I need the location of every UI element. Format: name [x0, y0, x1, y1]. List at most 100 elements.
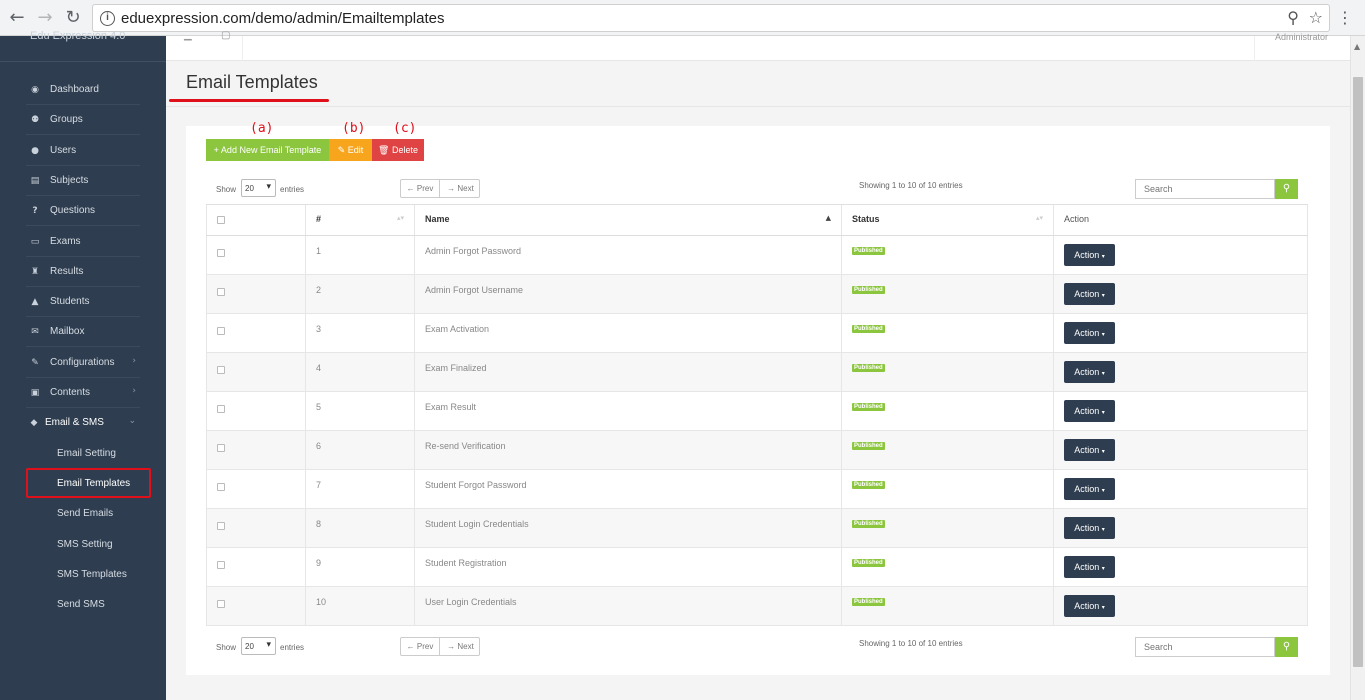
sidebar-subitem-sms-templates[interactable]: SMS Templates	[57, 569, 127, 580]
prev-button[interactable]: ← Prev	[401, 638, 440, 655]
header-num[interactable]: # ▴▾	[306, 205, 415, 235]
sidebar-item-contents[interactable]: ▣ Contents ›	[26, 378, 140, 408]
num-cell: 2	[306, 275, 415, 313]
page-size-select[interactable]: 20 ▾	[241, 179, 276, 197]
row-checkbox[interactable]	[217, 288, 225, 296]
edit-button[interactable]: ✎ Edit	[329, 139, 372, 161]
sort-asc-icon: ▲	[825, 214, 831, 222]
user-menu[interactable]: Administrator	[1275, 32, 1328, 42]
scroll-thumb[interactable]	[1353, 77, 1363, 667]
search-icon[interactable]: ⚲	[1275, 179, 1298, 199]
row-checkbox[interactable]	[217, 522, 225, 530]
name-cell: Admin Forgot Username	[415, 275, 842, 313]
zoom-icon[interactable]: ⚲	[1287, 8, 1299, 27]
address-bar[interactable]: i eduexpression.com/demo/admin/Emailtemp…	[92, 4, 1330, 32]
url-text[interactable]: eduexpression.com/demo/admin/Emailtempla…	[121, 10, 445, 27]
action-dropdown-button[interactable]: Action ▾	[1064, 595, 1115, 617]
name-cell: Exam Activation	[415, 314, 842, 352]
sidebar-item-subjects[interactable]: ▤ Subjects	[26, 166, 140, 196]
sidebar-item-groups[interactable]: ⚉ Groups	[26, 105, 140, 135]
header-label: #	[316, 214, 322, 224]
sidebar-subitem-sms-setting[interactable]: SMS Setting	[57, 539, 113, 550]
browser-menu-icon[interactable]: ⋮	[1337, 8, 1353, 27]
action-label: Action	[1074, 445, 1100, 455]
bookmark-star-icon[interactable]: ☆	[1309, 8, 1323, 27]
sidebar-item-configurations[interactable]: ✎ Configurations ›	[26, 348, 140, 378]
sidebar-item-users[interactable]: ● Users	[26, 136, 140, 166]
sidebar-item-label: Students	[50, 296, 90, 307]
page-header: Email Templates	[166, 61, 1350, 107]
sidebar-subitem-email-setting[interactable]: Email Setting	[57, 448, 116, 459]
action-dropdown-button[interactable]: Action ▾	[1064, 478, 1115, 500]
table-row: 2 Admin Forgot Username Published Action ▾	[206, 275, 1308, 314]
expand-icon[interactable]: ▢	[221, 30, 230, 41]
delete-button[interactable]: 🗑 Delete	[372, 139, 424, 161]
row-checkbox[interactable]	[217, 327, 225, 335]
row-checkbox[interactable]	[217, 249, 225, 257]
action-dropdown-button[interactable]: Action ▾	[1064, 400, 1115, 422]
sidebar-item-label: Results	[50, 266, 84, 277]
header-name[interactable]: Name ▲	[415, 205, 842, 235]
sidebar-subitem-send-sms[interactable]: Send SMS	[57, 599, 105, 610]
action-dropdown-button[interactable]: Action ▾	[1064, 361, 1115, 383]
row-checkbox[interactable]	[217, 366, 225, 374]
caret-down-icon: ▾	[1101, 409, 1105, 416]
caret-down-icon: ▾	[1101, 331, 1105, 338]
row-checkbox[interactable]	[217, 600, 225, 608]
header-status[interactable]: Status ▴▾	[842, 205, 1054, 235]
sidebar-item-label: Contents	[50, 387, 91, 398]
chevron-right-icon: ›	[132, 356, 136, 366]
add-email-template-button[interactable]: + Add New Email Template	[206, 139, 329, 161]
info-icon[interactable]: i	[100, 11, 115, 26]
row-checkbox[interactable]	[217, 444, 225, 452]
sidebar-item-exams[interactable]: ▭ Exams	[26, 227, 140, 257]
action-dropdown-button[interactable]: Action ▾	[1064, 244, 1115, 266]
search-input[interactable]	[1135, 637, 1275, 657]
action-dropdown-button[interactable]: Action ▾	[1064, 556, 1115, 578]
next-button[interactable]: → Next	[441, 180, 480, 197]
table-row: 10 User Login Credentials Published Action …	[206, 587, 1308, 626]
row-checkbox[interactable]	[217, 483, 225, 491]
action-cell: Action ▾	[1054, 392, 1308, 430]
page-size-select[interactable]: 20 ▾	[241, 637, 276, 655]
sidebar-item-dashboard[interactable]: ◉ Dashboard	[26, 75, 140, 105]
action-dropdown-button[interactable]: Action ▾	[1064, 283, 1115, 305]
next-button[interactable]: → Next	[441, 638, 480, 655]
select-all-checkbox[interactable]	[217, 216, 225, 224]
scroll-up-arrow-icon[interactable]: ▲	[1354, 42, 1360, 51]
sidebar-item-results[interactable]: ♜ Results	[26, 257, 140, 287]
reload-icon[interactable]: ↻	[62, 7, 84, 29]
sidebar-item-mailbox[interactable]: ✉ Mailbox	[26, 317, 140, 347]
sidebar-item-questions[interactable]: ? Questions	[26, 196, 140, 226]
action-label: Action	[1074, 250, 1100, 260]
forward-arrow-icon[interactable]: →	[34, 7, 56, 29]
action-cell: Action ▾	[1054, 431, 1308, 469]
search-icon[interactable]: ⚲	[1275, 637, 1298, 657]
action-dropdown-button[interactable]: Action ▾	[1064, 517, 1115, 539]
sidebar-item-email-sms[interactable]: ◆ Email & SMS ⌄	[26, 408, 140, 438]
graduation-cap-icon: ▲	[31, 297, 39, 307]
back-arrow-icon[interactable]: ←	[6, 7, 28, 29]
mail-icon: ✉	[31, 327, 39, 337]
header-action: Action	[1054, 205, 1308, 235]
menu-toggle-icon[interactable]: ▁	[184, 30, 192, 41]
status-cell: Published	[842, 587, 1054, 625]
caret-down-icon: ▾	[266, 640, 271, 650]
select-cell	[206, 548, 306, 586]
status-cell: Published	[842, 392, 1054, 430]
row-number: 7	[316, 480, 322, 490]
search-input[interactable]	[1135, 179, 1275, 199]
row-checkbox[interactable]	[217, 561, 225, 569]
action-cell: Action ▾	[1054, 236, 1308, 274]
template-name: Student Forgot Password	[425, 480, 527, 490]
template-name: Student Login Credentials	[425, 519, 529, 529]
action-dropdown-button[interactable]: Action ▾	[1064, 439, 1115, 461]
row-checkbox[interactable]	[217, 405, 225, 413]
page-scrollbar[interactable]: ▲	[1350, 36, 1365, 700]
prev-button[interactable]: ← Prev	[401, 180, 440, 197]
sidebar-item-students[interactable]: ▲ Students	[26, 287, 140, 317]
footer-strip	[166, 684, 1350, 700]
action-dropdown-button[interactable]: Action ▾	[1064, 322, 1115, 344]
select-cell	[206, 431, 306, 469]
sidebar-subitem-send-emails[interactable]: Send Emails	[57, 508, 113, 519]
